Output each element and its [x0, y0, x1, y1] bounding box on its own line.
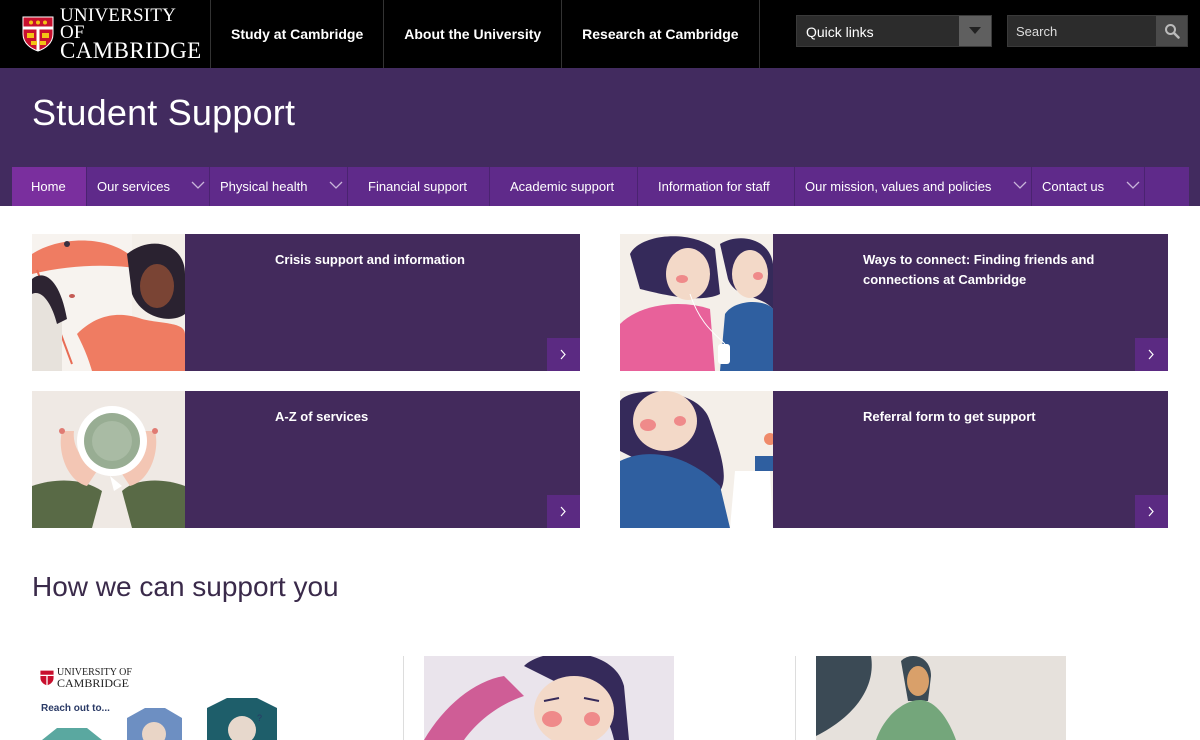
subnav-information-for-staff[interactable]: Information for staff — [638, 167, 795, 206]
subnav-contact-us[interactable]: Contact us — [1032, 167, 1145, 206]
university-logo[interactable]: UNIVERSITY OF CAMBRIDGE — [22, 6, 202, 62]
subnav-label: Physical health — [220, 179, 308, 194]
subnav-label: Academic support — [510, 179, 615, 194]
section-nav: Home Our services Physical health Financ… — [12, 167, 1189, 206]
card-title: Ways to connect: Finding friends and con… — [863, 252, 1095, 287]
subnav-our-services[interactable]: Our services — [87, 167, 210, 206]
subnav-academic-support[interactable]: Academic support — [490, 167, 638, 206]
logo-line-2: CAMBRIDGE — [60, 37, 202, 63]
card-ways-to-connect[interactable]: Ways to connect: Finding friends and con… — [620, 234, 1168, 371]
quick-links-dropdown[interactable]: Quick links — [796, 15, 992, 47]
column-divider — [795, 656, 796, 740]
card-illustration-laptop — [620, 391, 773, 528]
logo-wordmark: UNIVERSITY OF CAMBRIDGE — [60, 4, 202, 63]
chevron-down-icon — [191, 181, 205, 189]
subnav-label: Contact us — [1042, 179, 1105, 194]
card-illustration-umbrella — [32, 234, 185, 371]
chevron-down-icon — [329, 181, 343, 189]
card-a-z-services[interactable]: A-Z of services — [32, 391, 580, 528]
quick-links-label: Quick links — [806, 24, 874, 40]
card-referral-form[interactable]: Referral form to get support — [620, 391, 1168, 528]
card-title: Referral form to get support — [863, 409, 1036, 424]
logo-line-1: UNIVERSITY OF — [60, 4, 176, 43]
subnav-physical-health[interactable]: Physical health — [210, 167, 348, 206]
card-arrow-button[interactable] — [547, 495, 580, 528]
card-arrow-button[interactable] — [547, 338, 580, 371]
promo-logo-line-2: CAMBRIDGE — [57, 675, 130, 690]
subnav-label: Our services — [97, 179, 170, 194]
chevron-down-icon — [1013, 181, 1027, 189]
top-bar: UNIVERSITY OF CAMBRIDGE Study at Cambrid… — [0, 0, 1200, 68]
chevron-right-icon — [560, 349, 566, 360]
subnav-label: Financial support — [368, 179, 467, 194]
support-card-3[interactable] — [816, 656, 1066, 740]
crest-icon — [40, 671, 54, 686]
chevron-right-icon — [1148, 506, 1154, 517]
global-nav: Study at Cambridge About the University … — [210, 0, 760, 68]
subnav-label: Information for staff — [658, 179, 770, 194]
promo-text: Reach out to... — [41, 703, 110, 714]
caret-down-icon — [969, 27, 981, 34]
card-illustration-friends — [620, 234, 773, 371]
subnav-label: Home — [31, 179, 66, 194]
crest-icon — [22, 16, 54, 52]
subnav-label: Our mission, values and policies — [805, 179, 992, 194]
chevron-right-icon — [560, 506, 566, 517]
search-input[interactable] — [1008, 16, 1157, 46]
subnav-financial-support[interactable]: Financial support — [348, 167, 490, 206]
nav-study-at-cambridge[interactable]: Study at Cambridge — [210, 0, 383, 68]
search-button[interactable] — [1156, 16, 1187, 46]
chevron-right-icon — [1148, 349, 1154, 360]
search-icon — [1165, 24, 1180, 39]
column-divider — [403, 656, 404, 740]
card-illustration-tea-cup — [32, 391, 185, 528]
nav-about-the-university[interactable]: About the University — [383, 0, 561, 68]
card-illustration-thinking — [424, 656, 674, 740]
site-title[interactable]: Student Support — [32, 92, 295, 134]
promo-logo: UNIVERSITY OF CAMBRIDGE — [40, 668, 132, 689]
chevron-down-icon — [1126, 181, 1140, 189]
quick-links-toggle[interactable] — [959, 16, 991, 46]
support-card-2[interactable] — [424, 656, 674, 740]
card-arrow-button[interactable] — [1135, 338, 1168, 371]
card-title: Crisis support and information — [275, 252, 465, 267]
subnav-home[interactable]: Home — [12, 167, 87, 206]
search-box — [1007, 15, 1188, 47]
section-heading: How we can support you — [32, 571, 339, 602]
card-illustration-relax — [816, 656, 1066, 740]
nav-research-at-cambridge[interactable]: Research at Cambridge — [561, 0, 760, 68]
svg-text:?: ? — [257, 713, 262, 723]
card-title: A-Z of services — [275, 409, 369, 424]
promo-logo-text: UNIVERSITY OF CAMBRIDGE — [57, 668, 132, 689]
subnav-mission-values-policies[interactable]: Our mission, values and policies — [795, 167, 1032, 206]
site-header: Student Support Home Our services Physic… — [0, 68, 1200, 206]
card-crisis-support[interactable]: Crisis support and information — [32, 234, 580, 371]
card-arrow-button[interactable] — [1135, 495, 1168, 528]
